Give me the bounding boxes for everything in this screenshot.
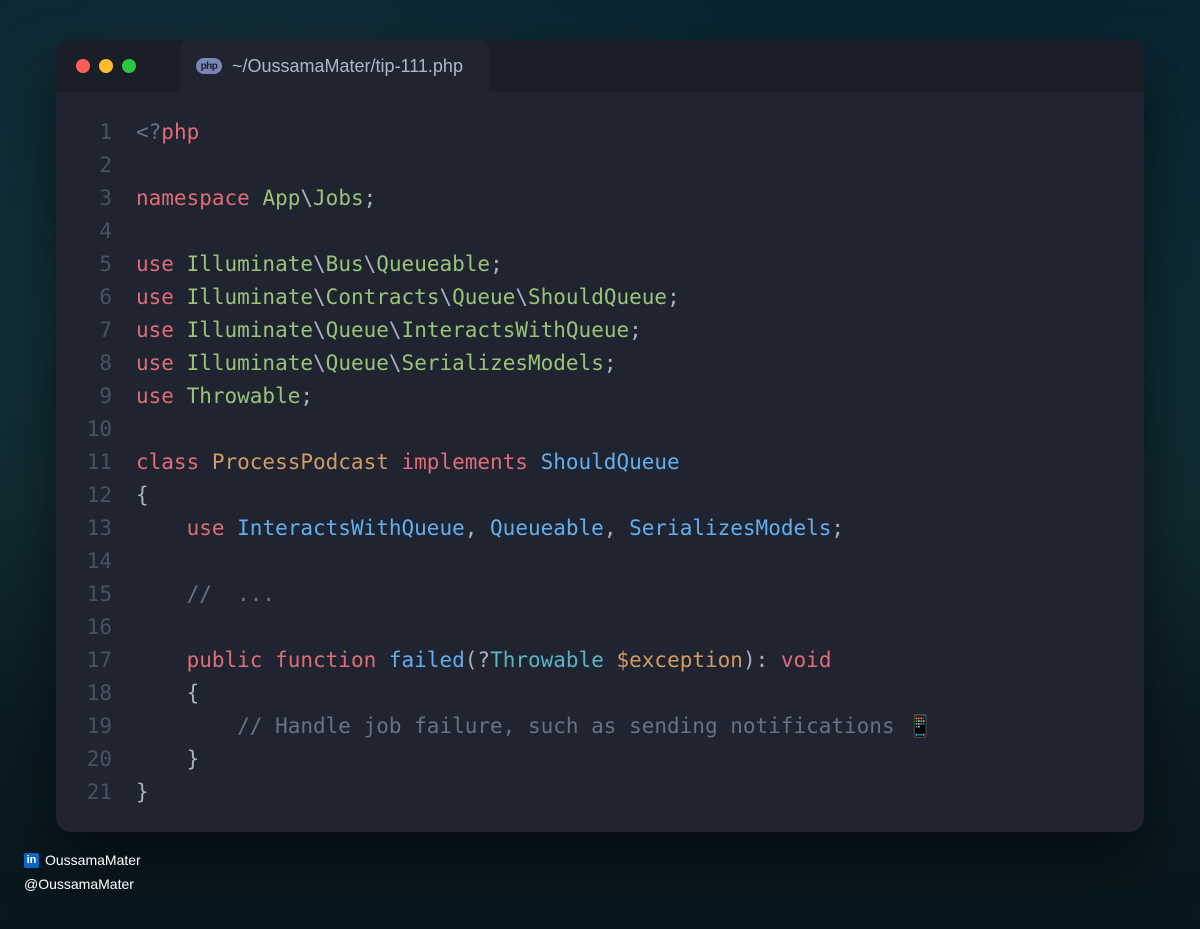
line-number: 3 [56, 182, 136, 215]
code-content: { [136, 479, 149, 512]
code-content: class ProcessPodcast implements ShouldQu… [136, 446, 680, 479]
code-line: 4 [56, 215, 1144, 248]
linkedin-credit: in OussamaMater [24, 852, 141, 868]
line-number: 2 [56, 149, 136, 182]
code-content: <?php [136, 116, 199, 149]
code-content: use InteractsWithQueue, Queueable, Seria… [136, 512, 844, 545]
code-line: 15 // ... [56, 578, 1144, 611]
linkedin-name: OussamaMater [45, 852, 141, 868]
line-number: 20 [56, 743, 136, 776]
twitter-credit: @OussamaMater [24, 876, 141, 892]
code-content: use Illuminate\Queue\SerializesModels; [136, 347, 617, 380]
line-number: 17 [56, 644, 136, 677]
code-line: 14 [56, 545, 1144, 578]
line-number: 9 [56, 380, 136, 413]
linkedin-icon: in [24, 853, 39, 868]
code-line: 18 { [56, 677, 1144, 710]
code-line: 3namespace App\Jobs; [56, 182, 1144, 215]
line-number: 5 [56, 248, 136, 281]
code-line: 2 [56, 149, 1144, 182]
editor-window: php ~/OussamaMater/tip-111.php 1<?php23n… [56, 40, 1144, 832]
code-content: // Handle job failure, such as sending n… [136, 710, 933, 743]
line-number: 12 [56, 479, 136, 512]
code-content: // ... [136, 578, 275, 611]
code-line: 6use Illuminate\Contracts\Queue\ShouldQu… [56, 281, 1144, 314]
code-content: { [136, 677, 199, 710]
code-line: 21} [56, 776, 1144, 809]
line-number: 14 [56, 545, 136, 578]
code-line: 8use Illuminate\Queue\SerializesModels; [56, 347, 1144, 380]
twitter-handle: @OussamaMater [24, 876, 134, 892]
code-line: 12{ [56, 479, 1144, 512]
close-icon[interactable] [76, 59, 90, 73]
line-number: 8 [56, 347, 136, 380]
titlebar: php ~/OussamaMater/tip-111.php [56, 40, 1144, 92]
line-number: 7 [56, 314, 136, 347]
code-content: } [136, 743, 199, 776]
line-number: 10 [56, 413, 136, 446]
code-line: 11class ProcessPodcast implements Should… [56, 446, 1144, 479]
tab-title: ~/OussamaMater/tip-111.php [232, 56, 463, 77]
code-line: 16 [56, 611, 1144, 644]
line-number: 19 [56, 710, 136, 743]
code-line: 19 // Handle job failure, such as sendin… [56, 710, 1144, 743]
minimize-icon[interactable] [99, 59, 113, 73]
line-number: 15 [56, 578, 136, 611]
code-line: 17 public function failed(?Throwable $ex… [56, 644, 1144, 677]
code-line: 9use Throwable; [56, 380, 1144, 413]
code-content: use Throwable; [136, 380, 313, 413]
line-number: 21 [56, 776, 136, 809]
line-number: 4 [56, 215, 136, 248]
php-icon: php [196, 58, 222, 74]
code-content: use Illuminate\Contracts\Queue\ShouldQue… [136, 281, 680, 314]
code-content: use Illuminate\Queue\InteractsWithQueue; [136, 314, 642, 347]
code-editor[interactable]: 1<?php23namespace App\Jobs;45use Illumin… [56, 92, 1144, 832]
line-number: 18 [56, 677, 136, 710]
line-number: 13 [56, 512, 136, 545]
tab-file[interactable]: php ~/OussamaMater/tip-111.php [180, 40, 489, 92]
code-line: 10 [56, 413, 1144, 446]
line-number: 6 [56, 281, 136, 314]
code-content: } [136, 776, 149, 809]
code-line: 7use Illuminate\Queue\InteractsWithQueue… [56, 314, 1144, 347]
line-number: 11 [56, 446, 136, 479]
code-line: 13 use InteractsWithQueue, Queueable, Se… [56, 512, 1144, 545]
code-content: public function failed(?Throwable $excep… [136, 644, 831, 677]
line-number: 1 [56, 116, 136, 149]
window-controls [56, 59, 136, 73]
footer-credits: in OussamaMater @OussamaMater [24, 852, 141, 900]
code-content: namespace App\Jobs; [136, 182, 376, 215]
line-number: 16 [56, 611, 136, 644]
code-content: use Illuminate\Bus\Queueable; [136, 248, 503, 281]
zoom-icon[interactable] [122, 59, 136, 73]
code-line: 5use Illuminate\Bus\Queueable; [56, 248, 1144, 281]
code-line: 1<?php [56, 116, 1144, 149]
code-line: 20 } [56, 743, 1144, 776]
